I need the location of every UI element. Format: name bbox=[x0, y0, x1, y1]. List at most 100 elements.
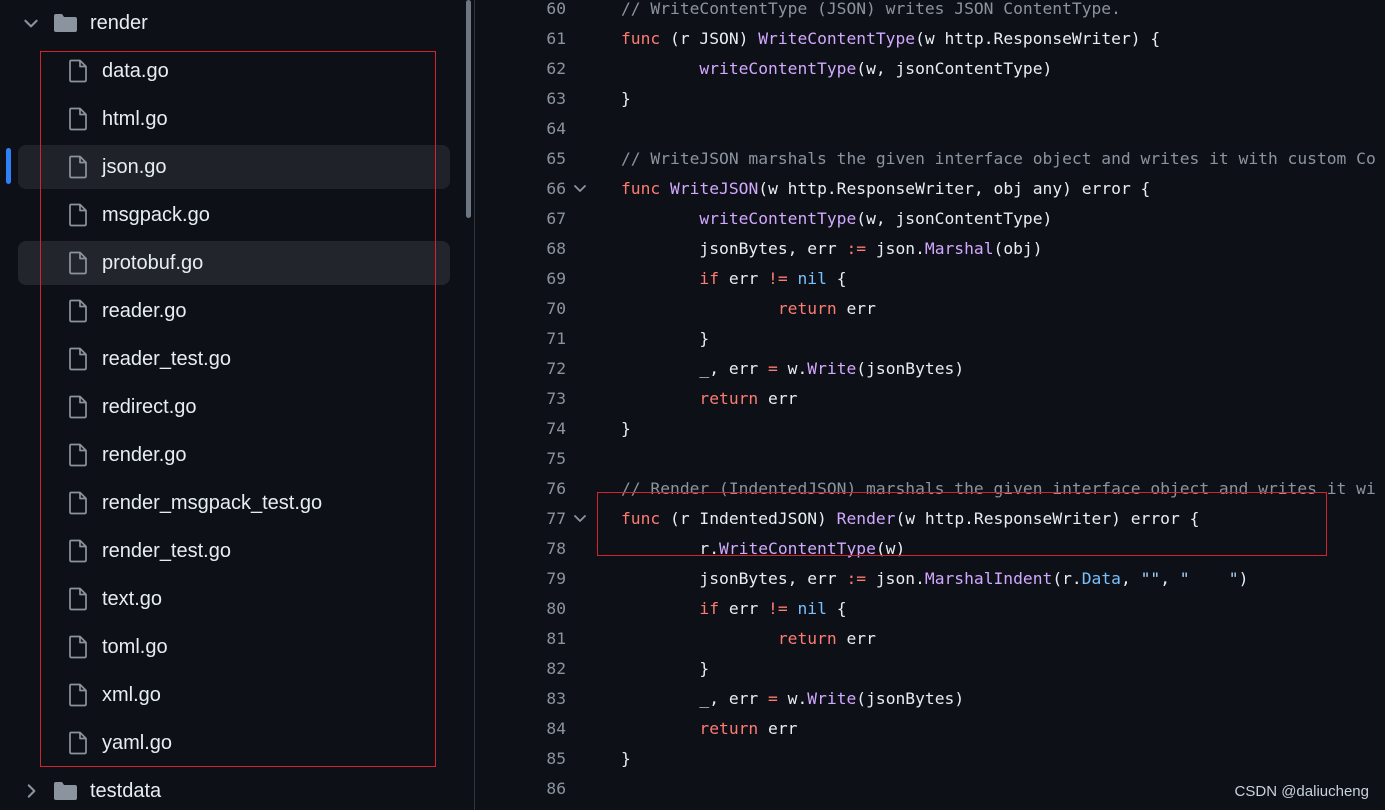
fold-chevron-icon[interactable] bbox=[572, 510, 588, 526]
line-number[interactable]: 82 bbox=[500, 659, 566, 678]
file-label: render_msgpack_test.go bbox=[102, 491, 323, 514]
file-label: text.go bbox=[102, 587, 163, 610]
line-number[interactable]: 85 bbox=[500, 749, 566, 768]
file-item-protobuf-go[interactable]: protobuf.go bbox=[18, 241, 450, 285]
file-item-data-go[interactable]: data.go bbox=[0, 49, 466, 93]
code-token: } bbox=[621, 328, 710, 348]
folder-item-render[interactable]: render bbox=[0, 1, 466, 45]
code-token: (w) bbox=[875, 538, 906, 558]
line-number[interactable]: 84 bbox=[500, 719, 566, 738]
line-number[interactable]: 72 bbox=[500, 359, 566, 378]
code-token: // WriteContentType (JSON) writes JSON C… bbox=[621, 0, 1121, 18]
line-number[interactable]: 63 bbox=[500, 89, 566, 108]
code-token: ) bbox=[1238, 568, 1249, 588]
file-item-xml-go[interactable]: xml.go bbox=[0, 673, 466, 717]
code-token: (r IndentedJSON) bbox=[660, 508, 837, 528]
active-file-marker bbox=[6, 148, 11, 184]
code-line: 62 writeContentType(w, jsonContentType) bbox=[500, 53, 1385, 83]
line-number[interactable]: 78 bbox=[500, 539, 566, 558]
line-number[interactable]: 60 bbox=[500, 0, 566, 18]
code-token: // Render (IndentedJSON) marshals the gi… bbox=[621, 478, 1376, 498]
line-number[interactable]: 71 bbox=[500, 329, 566, 348]
folder-label: testdata bbox=[90, 779, 162, 802]
file-icon bbox=[69, 203, 87, 227]
file-item-render-msgpack-test-go[interactable]: render_msgpack_test.go bbox=[0, 481, 466, 525]
line-number[interactable]: 69 bbox=[500, 269, 566, 288]
code-token: MarshalIndent bbox=[924, 568, 1053, 588]
code-text: _, err = w.Write(jsonBytes) bbox=[621, 359, 964, 378]
file-item-reader-test-go[interactable]: reader_test.go bbox=[0, 337, 466, 381]
code-token: writeContentType bbox=[699, 58, 857, 78]
file-item-render-go[interactable]: render.go bbox=[0, 433, 466, 477]
line-number[interactable]: 65 bbox=[500, 149, 566, 168]
code-token: return bbox=[777, 628, 837, 648]
file-label: xml.go bbox=[102, 683, 161, 706]
line-number[interactable]: 64 bbox=[500, 119, 566, 138]
code-token: } bbox=[621, 658, 710, 678]
file-item-toml-go[interactable]: toml.go bbox=[0, 625, 466, 669]
fold-chevron-icon[interactable] bbox=[572, 180, 588, 196]
line-number[interactable]: 79 bbox=[500, 569, 566, 588]
code-line: 83 _, err = w.Write(jsonBytes) bbox=[500, 683, 1385, 713]
line-number[interactable]: 68 bbox=[500, 239, 566, 258]
file-item-text-go[interactable]: text.go bbox=[0, 577, 466, 621]
line-number[interactable]: 67 bbox=[500, 209, 566, 228]
code-token: r. bbox=[621, 538, 720, 558]
code-line: 74} bbox=[500, 413, 1385, 443]
file-item-yaml-go[interactable]: yaml.go bbox=[0, 721, 466, 765]
line-number[interactable]: 76 bbox=[500, 479, 566, 498]
file-item-msgpack-go[interactable]: msgpack.go bbox=[0, 193, 466, 237]
line-number[interactable]: 83 bbox=[500, 689, 566, 708]
line-number[interactable]: 66 bbox=[500, 179, 566, 198]
code-text: // WriteJSON marshals the given interfac… bbox=[621, 149, 1376, 168]
code-token: = bbox=[768, 358, 778, 378]
line-number[interactable]: 70 bbox=[500, 299, 566, 318]
code-text: return err bbox=[621, 629, 876, 648]
sidebar-scrollbar[interactable] bbox=[466, 0, 471, 218]
chevron-right-icon[interactable] bbox=[22, 782, 40, 800]
file-item-reader-go[interactable]: reader.go bbox=[0, 289, 466, 333]
file-item-json-go[interactable]: json.go bbox=[18, 145, 450, 189]
file-label: html.go bbox=[102, 107, 168, 130]
code-token: (r JSON) bbox=[660, 28, 759, 48]
watermark: CSDN @daliucheng bbox=[1234, 783, 1369, 800]
code-token: json. bbox=[866, 238, 925, 258]
code-token: WriteContentType bbox=[719, 538, 876, 558]
line-number[interactable]: 61 bbox=[500, 29, 566, 48]
code-token: , bbox=[1160, 568, 1180, 588]
code-token: func bbox=[621, 508, 661, 528]
code-line: 63} bbox=[500, 83, 1385, 113]
code-token: err bbox=[836, 628, 876, 648]
code-token: _, err bbox=[621, 358, 769, 378]
folder-item-testdata[interactable]: testdata bbox=[0, 769, 466, 810]
code-token: jsonBytes, err bbox=[621, 238, 847, 258]
line-number[interactable]: 77 bbox=[500, 509, 566, 528]
line-number[interactable]: 74 bbox=[500, 419, 566, 438]
file-item-redirect-go[interactable]: redirect.go bbox=[0, 385, 466, 429]
line-number[interactable]: 73 bbox=[500, 389, 566, 408]
code-token: jsonBytes, err bbox=[621, 568, 847, 588]
chevron-down-icon[interactable] bbox=[22, 14, 40, 32]
code-line: 67 writeContentType(w, jsonContentType) bbox=[500, 203, 1385, 233]
line-number[interactable]: 62 bbox=[500, 59, 566, 78]
file-icon bbox=[69, 395, 87, 419]
line-number[interactable]: 81 bbox=[500, 629, 566, 648]
code-token: , bbox=[1120, 568, 1141, 588]
file-item-html-go[interactable]: html.go bbox=[0, 97, 466, 141]
code-token: } bbox=[621, 748, 631, 768]
file-item-render-test-go[interactable]: render_test.go bbox=[0, 529, 466, 573]
code-token: return bbox=[777, 298, 837, 318]
line-number[interactable]: 86 bbox=[500, 779, 566, 798]
line-number[interactable]: 75 bbox=[500, 449, 566, 468]
code-token: { bbox=[826, 268, 847, 288]
code-token: (w http.ResponseWriter, obj any) error { bbox=[758, 178, 1151, 198]
code-token: err bbox=[836, 298, 876, 318]
code-token: Data bbox=[1081, 568, 1121, 588]
pane-divider[interactable] bbox=[474, 0, 475, 810]
file-label: toml.go bbox=[102, 635, 168, 658]
file-icon bbox=[69, 587, 87, 611]
line-number[interactable]: 80 bbox=[500, 599, 566, 618]
